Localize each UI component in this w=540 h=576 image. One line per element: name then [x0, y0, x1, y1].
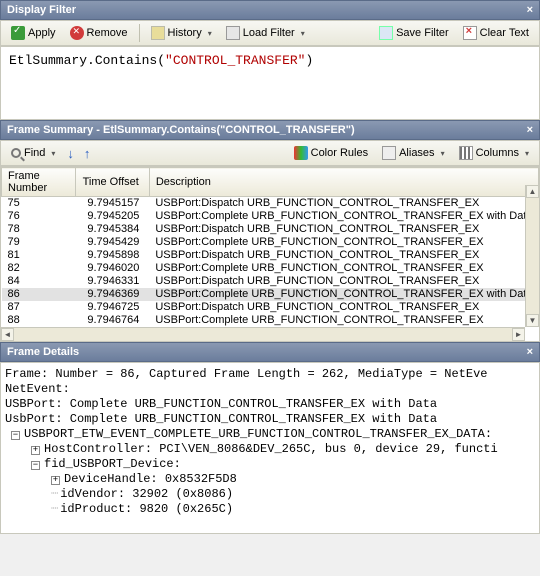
display-filter-toolbar: Apply Remove History Load Filter Save Fi…: [0, 20, 540, 46]
detail-fid-node[interactable]: −fid_USBPORT_Device:: [5, 457, 535, 472]
close-icon[interactable]: ×: [527, 124, 533, 136]
apply-button[interactable]: Apply: [5, 23, 62, 43]
table-row[interactable]: 759.7945157USBPort:Dispatch URB_FUNCTION…: [2, 197, 539, 211]
scroll-left-button[interactable]: ◄: [1, 328, 14, 341]
frame-details-title: Frame Details: [7, 346, 79, 358]
find-button[interactable]: Find: [5, 144, 61, 162]
columns-icon: [459, 146, 473, 160]
scroll-right-button[interactable]: ►: [512, 328, 525, 341]
remove-button[interactable]: Remove: [64, 23, 134, 43]
find-next-button[interactable]: ↓: [63, 146, 78, 161]
remove-icon: [70, 26, 84, 40]
close-icon[interactable]: ×: [527, 4, 533, 16]
frame-summary-toolbar: Find ↓ ↑ Color Rules Aliases Columns: [0, 140, 540, 166]
table-row[interactable]: 819.7945898USBPort:Dispatch URB_FUNCTION…: [2, 249, 539, 262]
table-row[interactable]: 789.7945384USBPort:Dispatch URB_FUNCTION…: [2, 223, 539, 236]
vertical-scrollbar[interactable]: ▲ ▼: [525, 185, 539, 327]
horizontal-scrollbar[interactable]: ◄ ►: [1, 327, 525, 341]
scroll-down-button[interactable]: ▼: [526, 314, 539, 327]
table-row[interactable]: 769.7945205USBPort:Complete URB_FUNCTION…: [2, 210, 539, 223]
detail-idvendor-line[interactable]: idVendor: 32902 (0x8086): [5, 487, 535, 502]
detail-usbport2-line[interactable]: UsbPort: Complete URB_FUNCTION_CONTROL_T…: [5, 412, 535, 427]
search-icon: [11, 148, 21, 158]
history-icon: [151, 26, 165, 40]
find-prev-button[interactable]: ↑: [80, 146, 95, 161]
detail-idproduct-line[interactable]: idProduct: 9820 (0x265C): [5, 502, 535, 517]
detail-hostcontroller-node[interactable]: +HostController: PCI\VEN_8086&DEV_265C, …: [5, 442, 535, 457]
frame-details-tree[interactable]: Frame: Number = 86, Captured Frame Lengt…: [0, 362, 540, 534]
expand-icon[interactable]: +: [51, 476, 60, 485]
table-row[interactable]: 879.7946725USBPort:Dispatch URB_FUNCTION…: [2, 301, 539, 314]
col-description[interactable]: Description: [149, 168, 538, 197]
clear-icon: [463, 26, 477, 40]
aliases-icon: [382, 146, 396, 160]
history-button[interactable]: History: [145, 23, 218, 43]
filter-expression-input[interactable]: EtlSummary.Contains("CONTROL_TRANSFER"): [0, 46, 540, 120]
check-icon: [11, 26, 25, 40]
load-icon: [226, 26, 240, 40]
frame-summary-grid[interactable]: Frame Number Time Offset Description 759…: [0, 166, 540, 342]
load-filter-button[interactable]: Load Filter: [220, 23, 311, 43]
detail-frame-line[interactable]: Frame: Number = 86, Captured Frame Lengt…: [5, 367, 535, 382]
collapse-icon[interactable]: −: [31, 461, 40, 470]
table-row[interactable]: 849.7946331USBPort:Dispatch URB_FUNCTION…: [2, 275, 539, 288]
expand-icon[interactable]: +: [31, 446, 40, 455]
collapse-icon[interactable]: −: [11, 431, 20, 440]
table-header-row: Frame Number Time Offset Description: [2, 168, 539, 197]
color-rules-icon: [294, 146, 308, 160]
table-row[interactable]: 889.7946764USBPort:Complete URB_FUNCTION…: [2, 314, 539, 327]
frame-summary-title: Frame Summary - EtlSummary.Contains("CON…: [7, 124, 355, 136]
col-frame-number[interactable]: Frame Number: [2, 168, 76, 197]
separator: [139, 24, 140, 42]
columns-button[interactable]: Columns: [453, 143, 535, 163]
col-time-offset[interactable]: Time Offset: [76, 168, 150, 197]
table-row[interactable]: 829.7946020USBPort:Complete URB_FUNCTION…: [2, 262, 539, 275]
clear-text-button[interactable]: Clear Text: [457, 23, 535, 43]
table-row[interactable]: 799.7945429USBPort:Complete URB_FUNCTION…: [2, 236, 539, 249]
table-row[interactable]: 869.7946369USBPort:Complete URB_FUNCTION…: [2, 288, 539, 301]
save-filter-button[interactable]: Save Filter: [373, 23, 455, 43]
save-icon: [379, 26, 393, 40]
frame-details-header: Frame Details ×: [0, 342, 540, 362]
display-filter-title: Display Filter: [7, 4, 76, 16]
display-filter-header: Display Filter ×: [0, 0, 540, 20]
frame-summary-header: Frame Summary - EtlSummary.Contains("CON…: [0, 120, 540, 140]
detail-netevent-line[interactable]: NetEvent:: [5, 382, 535, 397]
detail-data-node[interactable]: −USBPORT_ETW_EVENT_COMPLETE_URB_FUNCTION…: [5, 427, 535, 442]
aliases-button[interactable]: Aliases: [376, 143, 450, 163]
color-rules-button[interactable]: Color Rules: [288, 143, 374, 163]
detail-devicehandle-node[interactable]: +DeviceHandle: 0x8532F5D8: [5, 472, 535, 487]
close-icon[interactable]: ×: [527, 346, 533, 358]
scroll-up-button[interactable]: ▲: [526, 185, 539, 198]
detail-usbport-line[interactable]: USBPort: Complete URB_FUNCTION_CONTROL_T…: [5, 397, 535, 412]
